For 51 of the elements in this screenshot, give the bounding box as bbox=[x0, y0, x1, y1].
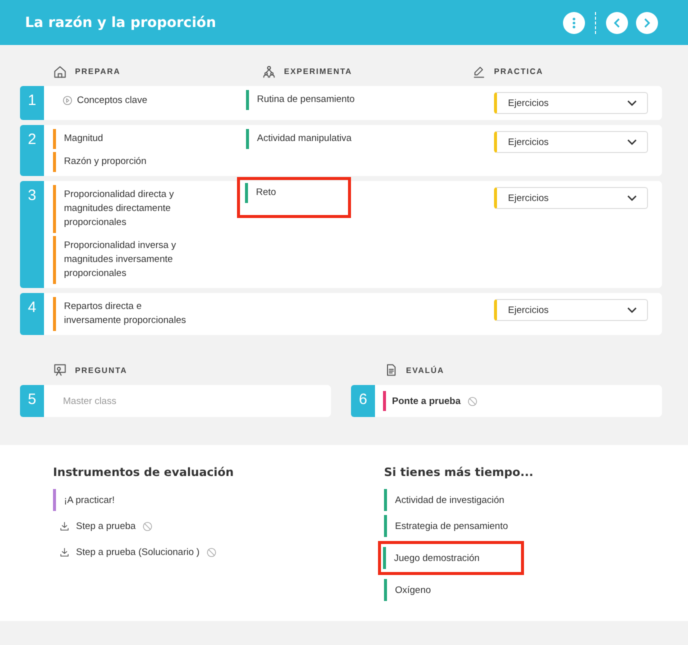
chevron-down-icon bbox=[627, 139, 637, 145]
section-link[interactable]: Ponte a prueba bbox=[383, 391, 478, 411]
download-link[interactable]: Step a prueba (Solucionario ) bbox=[53, 541, 384, 563]
column-heading: PREPARA bbox=[75, 67, 121, 76]
video-link[interactable]: Conceptos clave bbox=[53, 90, 246, 109]
topic-link[interactable]: Razón y proporción bbox=[53, 152, 246, 172]
download-icon bbox=[59, 546, 70, 558]
session-number: 3 bbox=[20, 181, 44, 288]
activity-link[interactable]: Juego demostración bbox=[383, 547, 521, 569]
activity-link[interactable]: Actividad de investigación bbox=[384, 489, 688, 511]
topic-link[interactable]: Repartos directa e inversamente proporcionales bbox=[53, 297, 246, 331]
exercise-dropdown[interactable]: Ejercicios bbox=[494, 92, 648, 114]
section-title: Si tienes más tiempo... bbox=[384, 465, 534, 479]
next-button[interactable] bbox=[636, 12, 658, 34]
exercise-dropdown[interactable]: Ejercicios bbox=[494, 131, 648, 153]
chevron-right-icon bbox=[644, 18, 650, 28]
download-icon bbox=[59, 520, 70, 532]
column-heading: PRACTICA bbox=[494, 67, 544, 76]
home-icon bbox=[53, 64, 67, 78]
session-number: 1 bbox=[20, 86, 44, 120]
previous-button[interactable] bbox=[606, 12, 628, 34]
presenter-icon bbox=[53, 363, 67, 377]
chevron-down-icon bbox=[627, 307, 637, 313]
chevron-down-icon bbox=[627, 100, 637, 106]
section-title: Instrumentos de evaluación bbox=[53, 465, 235, 479]
session-number: 4 bbox=[20, 293, 44, 335]
topic-link[interactable]: Proporcionalidad inversa y magnitudes inversamente proporcionales bbox=[53, 236, 246, 284]
chevron-left-icon bbox=[614, 18, 620, 28]
section-heading: PREGUNTA bbox=[75, 366, 128, 374]
session-number: 5 bbox=[20, 385, 44, 417]
download-link[interactable]: Step a prueba bbox=[53, 515, 384, 537]
session-number: 2 bbox=[20, 125, 44, 176]
chevron-down-icon bbox=[627, 195, 637, 201]
more-button[interactable] bbox=[563, 12, 585, 34]
section-heading: EVALÚA bbox=[406, 366, 444, 374]
topic-link[interactable]: Magnitud bbox=[53, 129, 246, 149]
more-icon bbox=[572, 16, 576, 28]
page-title: La razón y la proporción bbox=[25, 14, 218, 30]
activity-link[interactable]: Oxígeno bbox=[384, 579, 688, 601]
topic-link[interactable]: Proporcionalidad directa y magnitudes directamente proporcionales bbox=[53, 185, 246, 233]
session-number: 6 bbox=[351, 385, 375, 417]
exercise-dropdown[interactable]: Ejercicios bbox=[494, 187, 648, 209]
exercise-dropdown[interactable]: Ejercicios bbox=[494, 299, 648, 321]
play-icon bbox=[62, 95, 73, 106]
activity-link[interactable]: Reto bbox=[245, 183, 348, 203]
column-heading: EXPERIMENTA bbox=[284, 67, 352, 76]
pencil-icon bbox=[472, 64, 486, 78]
document-icon bbox=[384, 363, 398, 377]
activity-link[interactable]: ¡A practicar! bbox=[53, 489, 384, 511]
people-icon bbox=[262, 64, 276, 78]
activity-link[interactable]: Estrategia de pensamiento bbox=[384, 515, 688, 537]
